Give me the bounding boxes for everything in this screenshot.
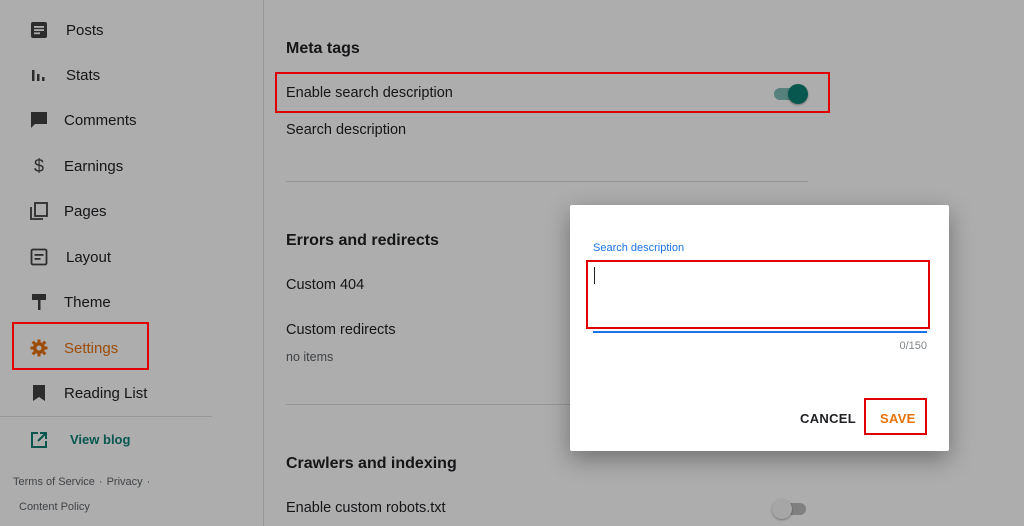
search-description-dialog: Search description 0/150 CANCEL SAVE [570, 205, 949, 451]
search-description-field-label: Search description [593, 242, 685, 254]
save-button[interactable]: SAVE [880, 411, 916, 426]
search-description-input[interactable] [593, 263, 927, 327]
text-caret [594, 267, 595, 284]
input-underline [593, 331, 927, 333]
character-counter: 0/150 [899, 340, 927, 352]
cancel-button[interactable]: CANCEL [800, 411, 856, 426]
